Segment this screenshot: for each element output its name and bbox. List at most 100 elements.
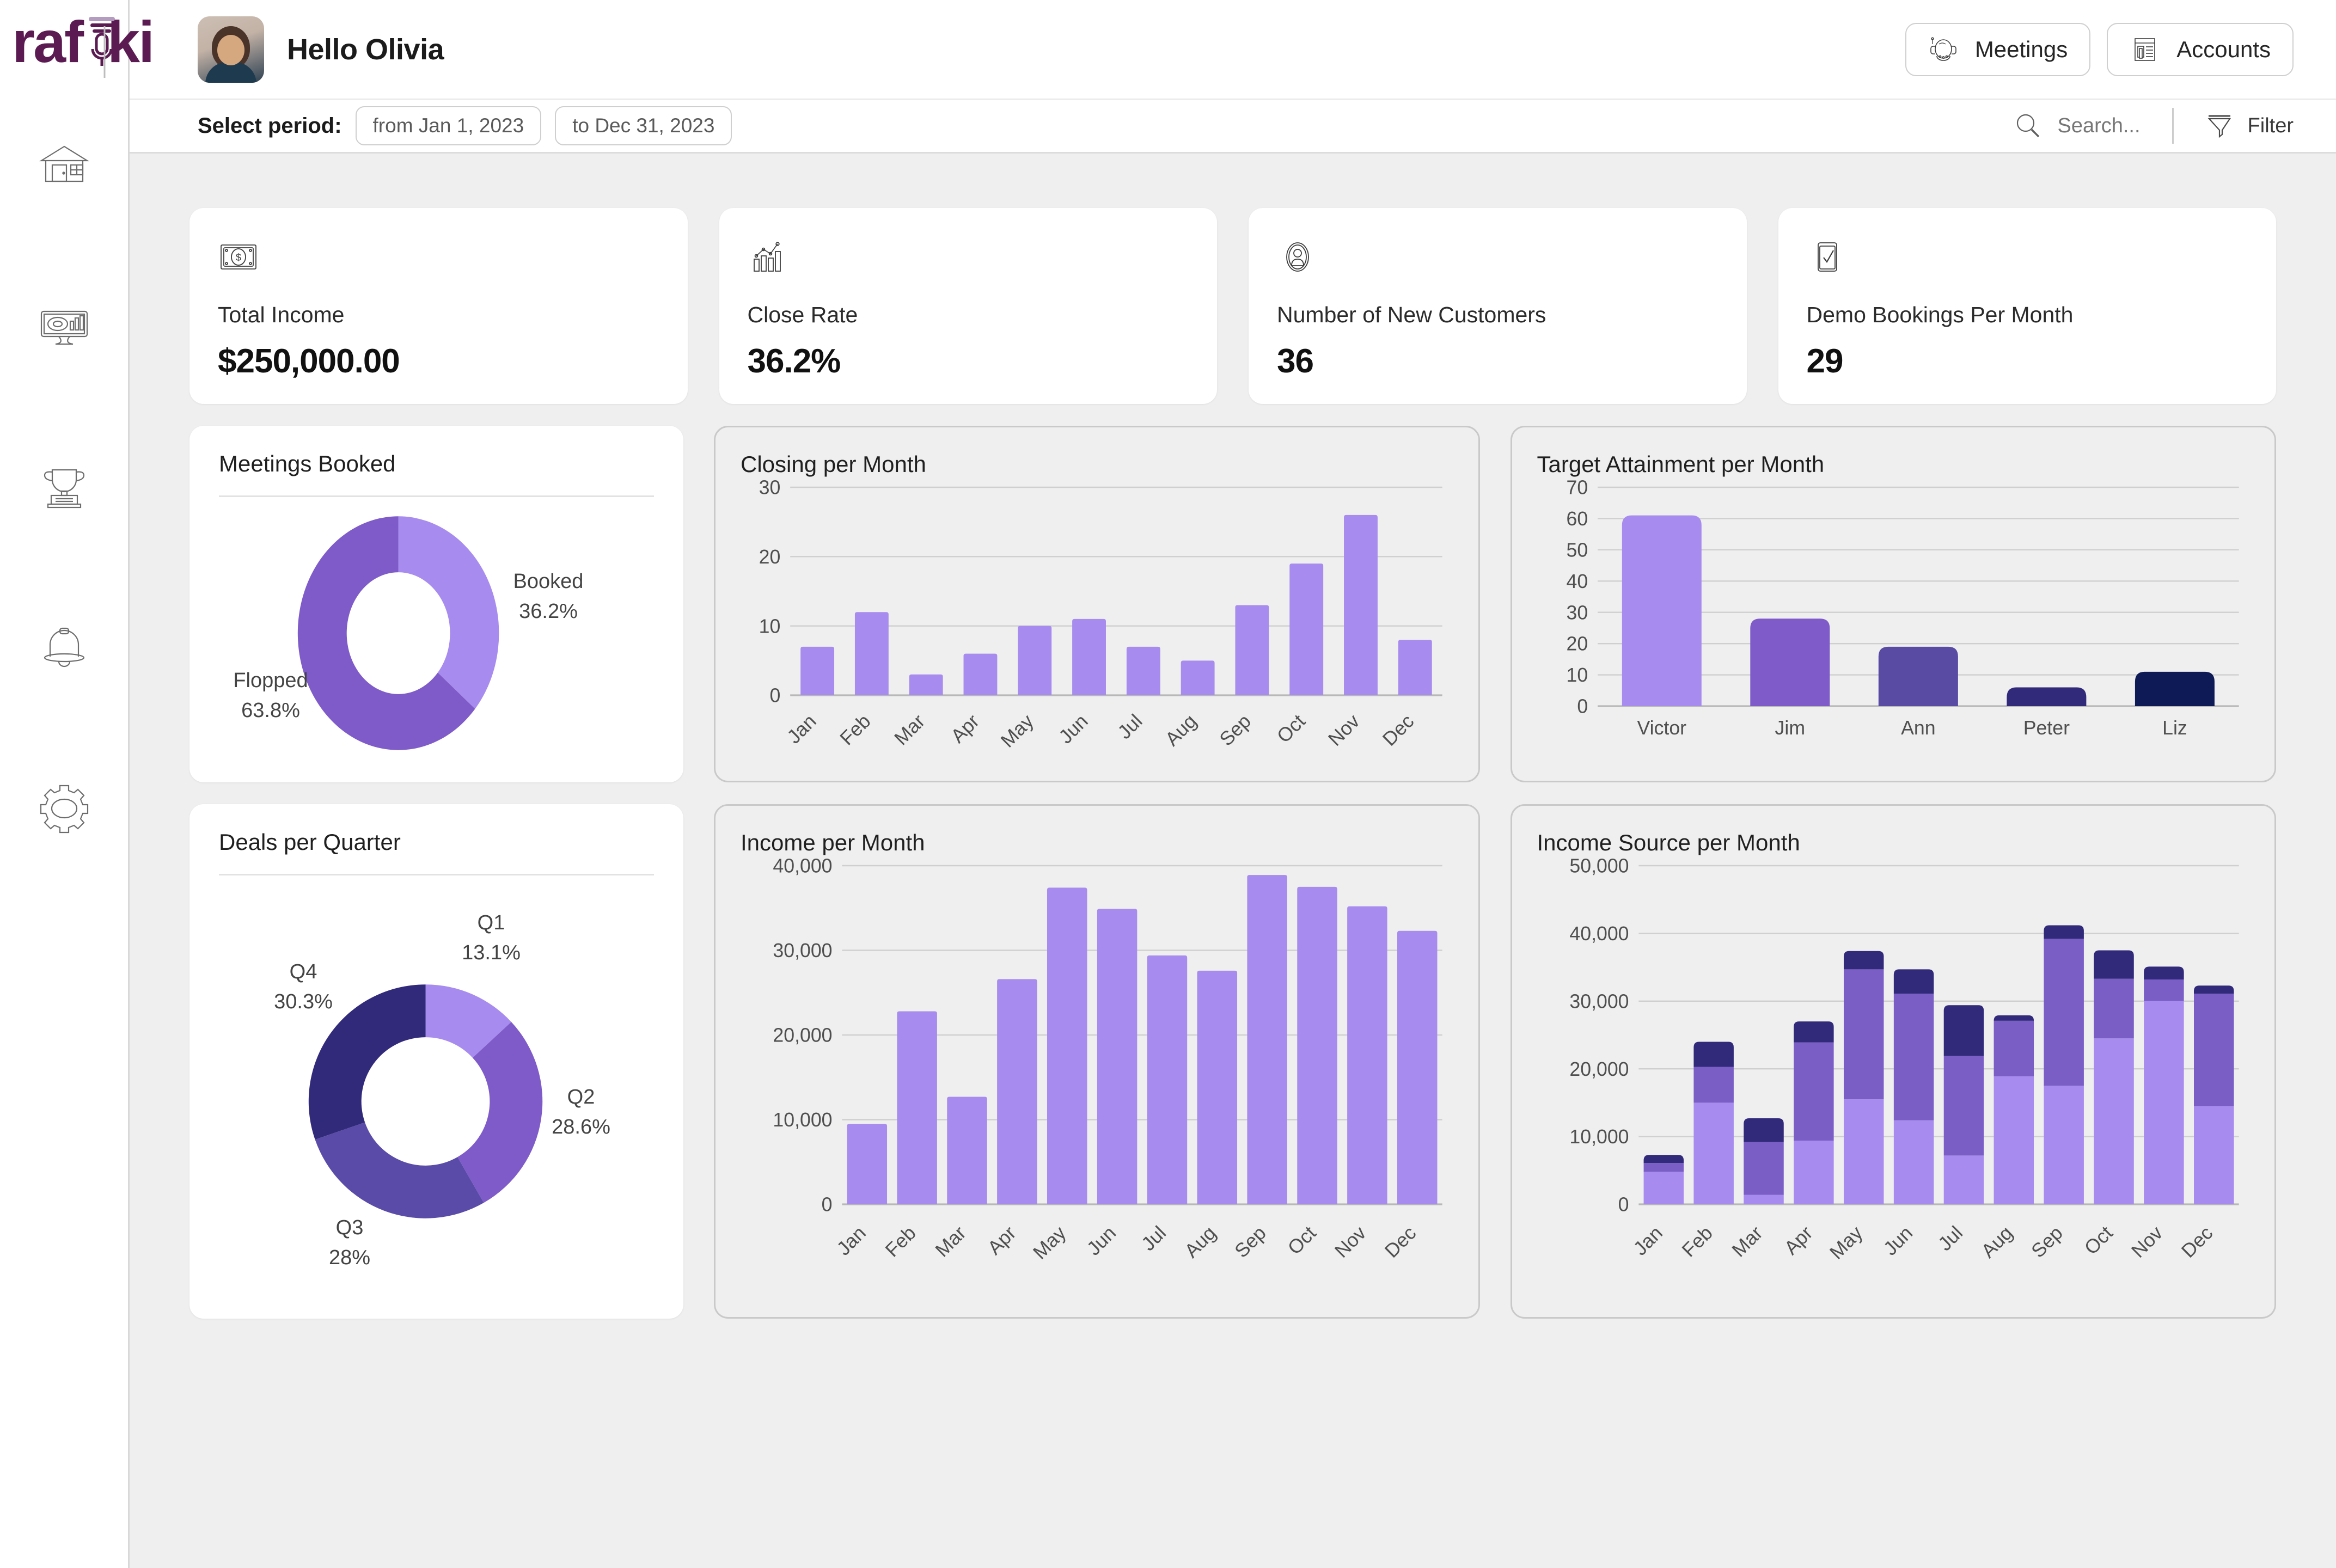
svg-text:Jul: Jul [1934,1222,1966,1255]
avatar[interactable] [198,16,264,83]
gear-icon [40,785,88,834]
svg-text:Mar: Mar [931,1222,970,1261]
meetings-booked-chart: Booked 36.2% Flopped 63.8% [219,503,654,764]
content-area: Hello Olivia Meetings Accounts Select pe… [130,0,2336,1568]
svg-text:Sep: Sep [2027,1222,2066,1262]
svg-text:May: May [1029,1222,1071,1264]
donut-label-q1: Q1 13.1% [462,911,521,965]
svg-text:Apr: Apr [947,710,983,747]
kpi-value: 29 [1806,342,1844,380]
donut-label-flopped: Flopped 63.8% [233,669,308,722]
monitor-analytics-icon [40,310,88,345]
meetings-button[interactable]: Meetings [1905,22,2091,76]
search-icon [2017,114,2040,138]
kpi-label: Number of New Customers [1277,302,1546,327]
svg-text:Ann: Ann [1901,717,1935,739]
target-bar-chart: 0 10 20 30 40 50 60 70 Victor Jim Ann Peter Liz [1566,476,2239,739]
svg-text:Aug: Aug [1161,710,1201,750]
search-placeholder: Search... [2057,114,2141,137]
svg-text:0: 0 [1577,695,1588,717]
kpi-value: 36.2% [747,342,841,380]
banknote-icon: $ [221,244,256,270]
card-meetings-booked: Meetings Booked Booked 36.2% Flopped 63.8% [189,426,683,782]
svg-text:Jul: Jul [1138,1222,1170,1255]
svg-text:Dec: Dec [2177,1222,2217,1262]
period-from-field[interactable]: from Jan 1, 2023 [355,106,542,145]
sidebar-item-dashboard[interactable] [34,297,94,357]
kpi-card-new-customers: Number of New Customers 36 [1249,208,1747,404]
svg-text:40: 40 [1566,571,1588,592]
svg-text:30: 30 [759,477,781,499]
card-title: Income Source per Month [1537,830,1800,855]
svg-text:Aug: Aug [1977,1222,2016,1262]
kpi-card-close-rate: Close Rate 36.2% [719,208,1217,404]
svg-text:Aug: Aug [1181,1222,1220,1262]
svg-text:Mar: Mar [890,710,929,749]
svg-text:raf: raf [12,10,84,75]
svg-text:50,000: 50,000 [1569,856,1629,877]
kpi-value: $250,000.00 [218,342,400,380]
headset-icon [1930,36,1956,61]
svg-text:70: 70 [1566,477,1588,499]
card-title: Income per Month [741,830,925,855]
svg-text:May: May [996,710,1038,752]
svg-text:10: 10 [1566,664,1588,686]
svg-text:Jul: Jul [1114,710,1146,743]
svg-text:20: 20 [759,546,781,568]
svg-text:Feb: Feb [836,710,875,749]
filter-button[interactable]: Filter [2205,112,2294,140]
sidebar-item-home[interactable] [34,136,94,196]
svg-text:40,000: 40,000 [773,856,832,877]
page-header: Hello Olivia Meetings Accounts [130,0,2336,100]
svg-text:Jun: Jun [1055,710,1092,748]
donut-label-booked: Booked 36.2% [513,570,584,623]
card-target-attainment: Target Attainment per Month 0 10 20 30 40 50 6… [1510,426,2276,782]
svg-text:0: 0 [1618,1193,1629,1215]
closing-bar-chart: 0 10 20 30 Jan Feb Mar Apr May Jun Jul Aug Sep Oct Nov… [759,476,1442,752]
svg-text:0: 0 [822,1193,833,1215]
dashboard-main: $ Total Income $250,000.00 Close Rate 36… [130,154,2336,1568]
kpi-label: Total Income [218,302,345,327]
donut-label-q2: Q2 28.6% [552,1086,610,1139]
card-income-per-month: Income per Month 0 10,000 20,000 30,000 40,0… [714,804,1480,1319]
svg-text:10,000: 10,000 [773,1109,832,1131]
svg-text:20,000: 20,000 [773,1024,832,1046]
rafiki-logo[interactable]: raf ki [12,9,192,78]
divider [2172,108,2174,144]
svg-text:May: May [1825,1222,1867,1264]
house-icon [39,145,89,182]
accounts-label: Accounts [2176,36,2271,62]
checkbox-icon [1817,242,1837,272]
svg-text:$: $ [236,252,241,263]
accounts-button[interactable]: Accounts [2107,22,2294,76]
svg-text:60: 60 [1566,508,1588,530]
svg-text:Oct: Oct [1273,710,1309,747]
sidebar-item-notifications[interactable] [34,618,94,678]
svg-text:Liz: Liz [2162,717,2187,739]
svg-text:Jim: Jim [1775,717,1805,739]
trophy-icon [44,469,84,509]
kpi-label: Close Rate [747,302,858,327]
sidebar-item-achievements[interactable] [34,457,94,517]
sidebar-item-settings[interactable] [34,779,94,838]
svg-text:Oct: Oct [2080,1222,2117,1259]
card-title: Meetings Booked [219,451,654,497]
svg-text:Dec: Dec [1378,710,1418,750]
svg-text:0: 0 [770,684,781,706]
svg-text:Mar: Mar [1728,1222,1767,1261]
search-input[interactable]: Search... [2013,111,2141,141]
svg-text:Jun: Jun [1083,1222,1120,1259]
funnel-icon [2207,115,2231,138]
bell-icon [44,627,84,667]
period-bar: Select period: from Jan 1, 2023 to Dec 3… [130,100,2336,154]
card-closing-per-month: Closing per Month 0 10 20 30 Jan Feb Mar Apr May… [714,426,1480,782]
card-income-source: Income Source per Month 0 10,000 20,000 30,… [1510,804,2276,1319]
deals-per-quarter-chart: Q1 13.1% Q2 28.6% Q3 28% Q4 30.3% [219,881,654,1300]
period-to-field[interactable]: to Dec 31, 2023 [555,106,732,145]
meetings-label: Meetings [1974,36,2068,62]
filter-label: Filter [2247,114,2294,137]
svg-text:Jan: Jan [1629,1222,1667,1259]
svg-text:Sep: Sep [1231,1222,1270,1262]
income-bar-chart: 0 10,000 20,000 30,000 40,000 Jan Feb Mar Apr May… [773,855,1442,1264]
svg-text:Jun: Jun [1879,1222,1917,1259]
